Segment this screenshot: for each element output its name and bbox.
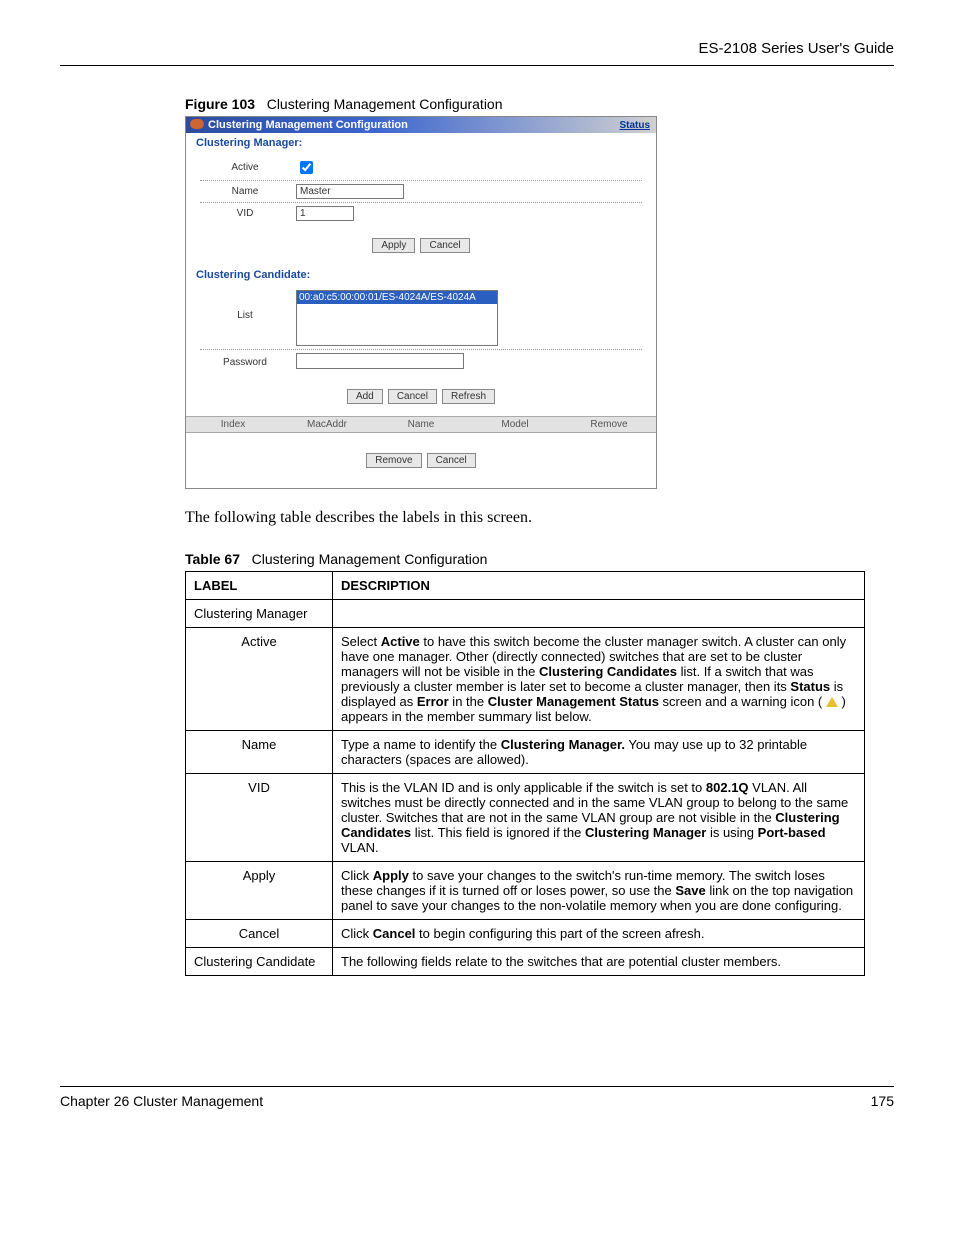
row-description: Click Cancel to begin configuring this p… bbox=[333, 920, 865, 948]
table-row: Clustering Manager bbox=[186, 600, 865, 628]
candidate-listbox[interactable]: 00:a0:c5:00:00:01/ES-4024A/ES-4024A bbox=[296, 290, 498, 346]
col-index: Index bbox=[186, 417, 280, 432]
window-title: Clustering Management Configuration bbox=[208, 119, 408, 131]
active-label: Active bbox=[200, 162, 290, 173]
row-label: Clustering Candidate bbox=[186, 948, 333, 976]
config-screenshot: Clustering Management Configuration Stat… bbox=[185, 116, 657, 489]
list-label: List bbox=[200, 290, 290, 321]
intro-text: The following table describes the labels… bbox=[185, 509, 894, 527]
cancel-button-1[interactable]: Cancel bbox=[420, 238, 469, 253]
cancel-button-3[interactable]: Cancel bbox=[427, 453, 476, 468]
table-row: CancelClick Cancel to begin configuring … bbox=[186, 920, 865, 948]
col-name: Name bbox=[374, 417, 468, 432]
table-number: Table 67 bbox=[185, 551, 240, 567]
row-label: Apply bbox=[186, 862, 333, 920]
name-input[interactable]: Master bbox=[296, 184, 404, 199]
col-macaddr: MacAddr bbox=[280, 417, 374, 432]
description-table: LABEL DESCRIPTION Clustering ManagerActi… bbox=[185, 571, 865, 976]
row-description bbox=[333, 600, 865, 628]
figure-number: Figure 103 bbox=[185, 96, 255, 112]
page-footer: Chapter 26 Cluster Management 175 bbox=[60, 1086, 894, 1109]
th-desc: DESCRIPTION bbox=[333, 572, 865, 600]
table-row: VIDThis is the VLAN ID and is only appli… bbox=[186, 774, 865, 862]
row-label: Name bbox=[186, 731, 333, 774]
vid-label: VID bbox=[200, 208, 290, 219]
active-checkbox[interactable] bbox=[300, 161, 313, 174]
candidate-list-item[interactable]: 00:a0:c5:00:00:01/ES-4024A/ES-4024A bbox=[297, 291, 497, 304]
row-label: Cancel bbox=[186, 920, 333, 948]
apply-button[interactable]: Apply bbox=[372, 238, 415, 253]
row-description: The following fields relate to the switc… bbox=[333, 948, 865, 976]
col-remove: Remove bbox=[562, 417, 656, 432]
password-input[interactable] bbox=[296, 353, 464, 369]
name-label: Name bbox=[200, 186, 290, 197]
table-caption: Table 67 Clustering Management Configura… bbox=[185, 551, 894, 567]
th-label: LABEL bbox=[186, 572, 333, 600]
member-grid-header: Index MacAddr Name Model Remove bbox=[186, 416, 656, 433]
table-title: Clustering Management Configuration bbox=[252, 551, 488, 567]
table-row: ActiveSelect Active to have this switch … bbox=[186, 628, 865, 731]
remove-button[interactable]: Remove bbox=[366, 453, 421, 468]
col-model: Model bbox=[468, 417, 562, 432]
table-row: NameType a name to identify the Clusteri… bbox=[186, 731, 865, 774]
chapter-label: Chapter 26 Cluster Management bbox=[60, 1093, 263, 1109]
row-label: Active bbox=[186, 628, 333, 731]
row-description: This is the VLAN ID and is only applicab… bbox=[333, 774, 865, 862]
table-row: Clustering CandidateThe following fields… bbox=[186, 948, 865, 976]
figure-title: Clustering Management Configuration bbox=[267, 96, 503, 112]
password-label: Password bbox=[200, 357, 290, 368]
refresh-button[interactable]: Refresh bbox=[442, 389, 495, 404]
row-description: Click Apply to save your changes to the … bbox=[333, 862, 865, 920]
figure-caption: Figure 103 Clustering Management Configu… bbox=[185, 96, 894, 112]
row-label: Clustering Manager bbox=[186, 600, 333, 628]
add-button[interactable]: Add bbox=[347, 389, 383, 404]
manager-section-label: Clustering Manager: bbox=[186, 133, 656, 153]
candidate-section-label: Clustering Candidate: bbox=[186, 265, 656, 285]
window-title-bar: Clustering Management Configuration Stat… bbox=[186, 117, 656, 133]
page-header: ES-2108 Series User's Guide bbox=[60, 40, 894, 66]
guide-title: ES-2108 Series User's Guide bbox=[699, 40, 894, 57]
page-number: 175 bbox=[871, 1093, 894, 1109]
vid-input[interactable]: 1 bbox=[296, 206, 354, 221]
cancel-button-2[interactable]: Cancel bbox=[388, 389, 437, 404]
row-label: VID bbox=[186, 774, 333, 862]
table-row: ApplyClick Apply to save your changes to… bbox=[186, 862, 865, 920]
status-link[interactable]: Status bbox=[619, 120, 650, 131]
row-description: Type a name to identify the Clustering M… bbox=[333, 731, 865, 774]
row-description: Select Active to have this switch become… bbox=[333, 628, 865, 731]
